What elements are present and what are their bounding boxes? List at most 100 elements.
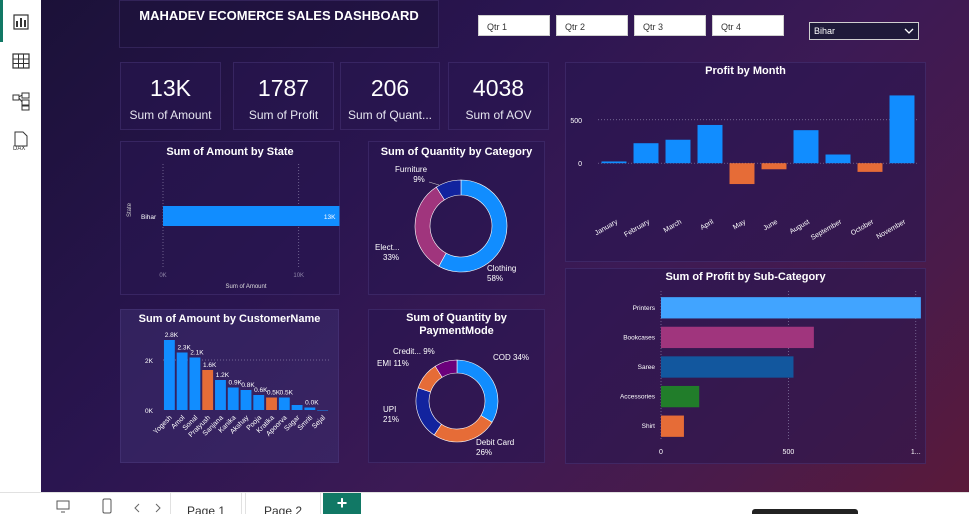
slice-label-name: Debit Card	[476, 438, 514, 447]
y-tick-label: 0	[578, 161, 582, 168]
bar-printers	[661, 297, 921, 319]
y-category-label: Bihar	[141, 214, 157, 221]
kpi-value: 1787	[257, 75, 310, 101]
bar-january	[601, 161, 627, 164]
x-tick-label: March	[663, 219, 683, 235]
mobile-layout-icon[interactable]	[101, 497, 113, 514]
data-label: 1.2K	[216, 372, 230, 379]
x-tick-label: June	[762, 219, 779, 233]
data-label: 0.5K	[280, 390, 294, 397]
data-label: 1.6K	[203, 362, 217, 369]
x-tick-label: February	[623, 218, 651, 238]
slice-label-name: Elect...	[375, 243, 399, 252]
y-category-label: Shirt	[642, 423, 656, 430]
chart-amount-by-customer[interactable]: Sum of Amount by CustomerName 0K 2K 2.8K Yo…	[120, 309, 339, 463]
active-view-indicator	[0, 0, 3, 42]
chart-profit-by-month[interactable]: Profit by Month 0 500 January February March…	[565, 62, 926, 262]
status-tooltip	[752, 509, 858, 514]
add-page-button[interactable]: +	[323, 493, 361, 514]
x-tick-label: September	[810, 218, 844, 242]
bar-october	[857, 163, 883, 172]
bar-sagar	[291, 405, 303, 410]
bar-amol	[176, 352, 188, 410]
y-category-label: Printers	[633, 305, 656, 312]
slice-cod	[456, 359, 499, 423]
x-axis-label: Sum of Amount	[225, 284, 266, 290]
chart-quantity-by-category-svg: Clothing58% Elect...33% Furniture9%	[375, 165, 516, 283]
x-tick-label: August	[789, 219, 811, 236]
chart-quantity-by-category[interactable]: Sum of Quantity by Category Clothing 58% E…	[368, 141, 545, 295]
chevron-right-icon[interactable]	[154, 503, 162, 513]
dashboard-title: MAHADEV ECOMERCE SALES DASHBOARD	[139, 8, 419, 23]
slicer-qtr-2[interactable]: Qtr 2	[556, 15, 628, 36]
slice-label-value: 21%	[383, 415, 399, 424]
kpi-value: 4038	[472, 75, 525, 101]
chart-quantity-by-paymentmode[interactable]: Sum of Quantity by PaymentMode COD 34% De…	[368, 309, 545, 463]
chart-profit-by-subcategory[interactable]: Sum of Profit by Sub-Category 0 500 1... Pr…	[565, 268, 926, 464]
x-tick-label: November	[876, 218, 908, 241]
bar-sejal	[317, 410, 329, 411]
report-view-icon[interactable]	[10, 11, 32, 33]
y-tick-label: 2K	[145, 358, 154, 365]
x-tick-label: May	[732, 218, 747, 231]
x-tick-label: 1...	[911, 449, 921, 456]
bar-february	[633, 143, 659, 164]
x-tick-label: Sejal	[311, 414, 327, 430]
kpi-card-profit: 1787 Sum of Profit	[233, 62, 334, 130]
desktop-layout-icon[interactable]	[55, 498, 71, 514]
kpi-label: Sum of Quant...	[347, 108, 433, 122]
dax-query-view-icon[interactable]: DAX	[10, 130, 32, 152]
kpi-card-aov: 4038 Sum of AOV	[448, 62, 549, 130]
bar-akshay	[240, 390, 252, 410]
chart-profit-by-subcategory-svg: 0 500 1... Printers Bookcases Saree Accessorie…	[620, 291, 921, 456]
slice-label: EMI 11%	[377, 359, 409, 368]
kpi-label: Sum of Profit	[248, 108, 319, 122]
view-rail: DAX	[0, 0, 41, 492]
bar-pratyush	[202, 370, 214, 410]
slice-label-name: UPI	[383, 405, 396, 414]
bar-pooja	[253, 395, 265, 410]
data-label: 2.1K	[190, 350, 204, 357]
chevron-down-icon	[904, 28, 914, 34]
slice-label-value: 26%	[476, 448, 492, 457]
x-tick-label: April	[699, 218, 715, 231]
model-view-icon[interactable]	[10, 90, 32, 112]
kpi-label: Sum of AOV	[465, 108, 532, 122]
y-axis-label: State	[127, 202, 133, 217]
bar-april	[697, 124, 723, 164]
chart-amount-by-state-svg: State Sum of Amount 0K 10K Bihar 13K	[127, 164, 340, 290]
kpi-label: Sum of Amount	[129, 108, 212, 122]
bar-september	[825, 154, 851, 164]
tab-page-2[interactable]: Page 2	[245, 493, 321, 514]
y-category-label: Bookcases	[623, 334, 656, 341]
kpi-card-quantity: 206 Sum of Quant...	[340, 62, 440, 130]
bar-kratika	[266, 397, 277, 410]
state-dropdown[interactable]: Bihar	[809, 22, 919, 40]
state-dropdown-value: Bihar	[814, 26, 836, 36]
slice-label-value: 33%	[383, 253, 399, 262]
y-tick-label: 0K	[145, 408, 154, 415]
chevron-left-icon[interactable]	[133, 503, 141, 513]
slice-label-name: Clothing	[487, 264, 516, 273]
y-category-label: Saree	[638, 364, 656, 371]
slicer-qtr-4[interactable]: Qtr 4	[712, 15, 784, 36]
slicer-qtr-3[interactable]: Qtr 3	[634, 15, 706, 36]
chart-amount-by-state[interactable]: Sum of Amount by State State Sum of Amou…	[120, 141, 340, 295]
chart-amount-by-customer-svg: 0K2K2.8KYogesh2.3KAmol2.1KSonal1.6KPraty…	[145, 332, 329, 439]
slicer-qtr-1[interactable]: Qtr 1	[478, 15, 550, 36]
table-view-icon[interactable]	[10, 50, 32, 72]
bar-may	[729, 163, 755, 185]
data-label: 2.8K	[165, 332, 179, 339]
slice-label: Credit... 9%	[393, 347, 435, 356]
bar-november	[889, 95, 915, 164]
y-tick-label: 500	[570, 118, 582, 125]
tab-page-1[interactable]: Page 1	[170, 493, 242, 514]
x-tick-label: 0	[659, 449, 663, 456]
x-tick-label: 0K	[159, 273, 166, 279]
slice-label-value: 58%	[487, 274, 503, 283]
data-label: 0.0K	[305, 400, 319, 407]
bar-june	[761, 163, 787, 170]
bar-bookcases	[661, 326, 814, 349]
kpi-value: 13K	[150, 75, 191, 101]
svg-text:DAX: DAX	[13, 146, 25, 152]
